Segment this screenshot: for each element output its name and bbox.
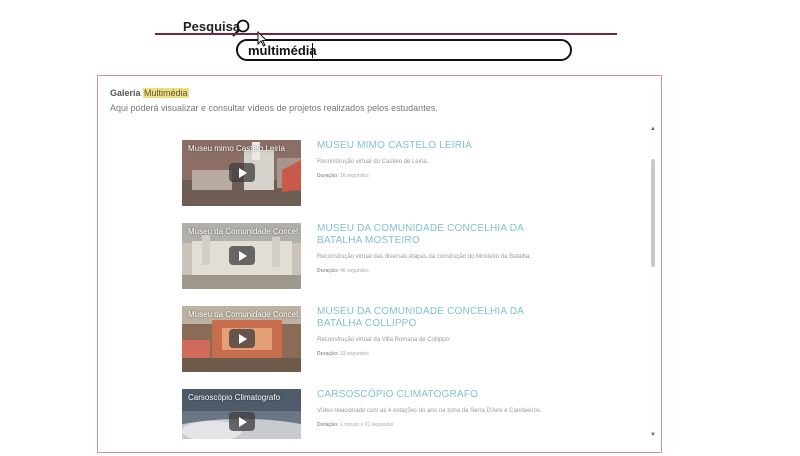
video-thumbnail-title: Museu da Comunidade Concel... [188,227,301,236]
video-duration-value: 46 segundos [340,268,369,274]
video-description: Reconstrução virtual das diversas etapas… [317,254,532,260]
video-thumbnail[interactable]: Carsoscópio Climatografo [182,389,301,439]
video-duration-value: 33 segundos [340,351,369,357]
video-title[interactable]: CARSOSCÓPIO CLIMATOGRAFO [317,389,567,401]
search-icon[interactable] [231,19,251,39]
multimedia-gallery-panel: Galeria Multimédia Aqui poderá visualiza… [97,75,662,453]
play-icon[interactable] [229,163,255,182]
scrollbar-thumb[interactable] [651,159,655,267]
gallery-title: Galeria Multimédia [110,88,189,98]
video-title[interactable]: MUSEU DA COMUNIDADE CONCELHIA DA BATALHA… [317,223,567,247]
video-description: Vídeo relacionado com as 4 estações do a… [317,408,542,414]
play-icon[interactable] [229,329,255,348]
video-duration-value: 1 minuto e 21 segundos [340,422,394,428]
gallery-title-highlight: Multimédia [143,88,189,98]
video-duration-value: 16 segundos [340,173,369,179]
video-item[interactable]: Museu mimo Castelo Leiria MUSEU MIMO CAS… [182,140,562,208]
scroll-up-arrow-icon[interactable]: ▲ [650,126,656,132]
video-duration-label: Duração: [317,268,339,274]
video-description: Reconstrução virtual do Castelo de Leiri… [317,159,429,165]
video-duration-label: Duração: [317,351,339,357]
play-icon[interactable] [229,246,255,265]
video-duration: Duração: 33 segundos [317,351,369,357]
video-duration: Duração: 16 segundos [317,173,369,179]
gallery-subtitle: Aqui poderá visualizar e consultar vídeo… [110,103,438,113]
video-item[interactable]: Carsoscópio Climatografo CARSOSCÓPIO CLI… [182,389,562,452]
video-title[interactable]: MUSEU MIMO CASTELO LEIRIA [317,140,567,152]
video-item[interactable]: Museu da Comunidade Concel... MUSEU DA C… [182,223,562,291]
scrollbar[interactable]: ▲ ▼ [649,126,657,442]
search-divider [155,33,617,35]
mouse-cursor-icon [257,31,268,47]
search-input[interactable] [236,39,572,61]
video-thumbnail[interactable]: Museu mimo Castelo Leiria [182,140,301,206]
video-item[interactable]: Museu da Comunidade Concel... MUSEU DA C… [182,306,562,374]
video-thumbnail-title: Museu da Comunidade Concel... [188,310,301,319]
video-thumbnail[interactable]: Museu da Comunidade Concel... [182,306,301,372]
video-duration-label: Duração: [317,422,339,428]
video-thumbnail-title: Museu mimo Castelo Leiria [188,144,285,153]
video-thumbnail[interactable]: Museu da Comunidade Concel... [182,223,301,289]
video-description: Reconstrução virtual da Villa Romana de … [317,337,451,343]
scroll-down-arrow-icon[interactable]: ▼ [650,432,656,438]
text-caret [312,43,313,58]
video-title[interactable]: MUSEU DA COMUNIDADE CONCELHIA DA BATALHA… [317,306,567,330]
video-duration-label: Duração: [317,173,339,179]
video-duration: Duração: 46 segundos [317,268,369,274]
video-duration: Duração: 1 minuto e 21 segundos [317,422,393,428]
play-icon[interactable] [229,412,255,431]
gallery-title-prefix: Galeria [110,88,141,98]
video-thumbnail-title: Carsoscópio Climatografo [188,393,281,402]
